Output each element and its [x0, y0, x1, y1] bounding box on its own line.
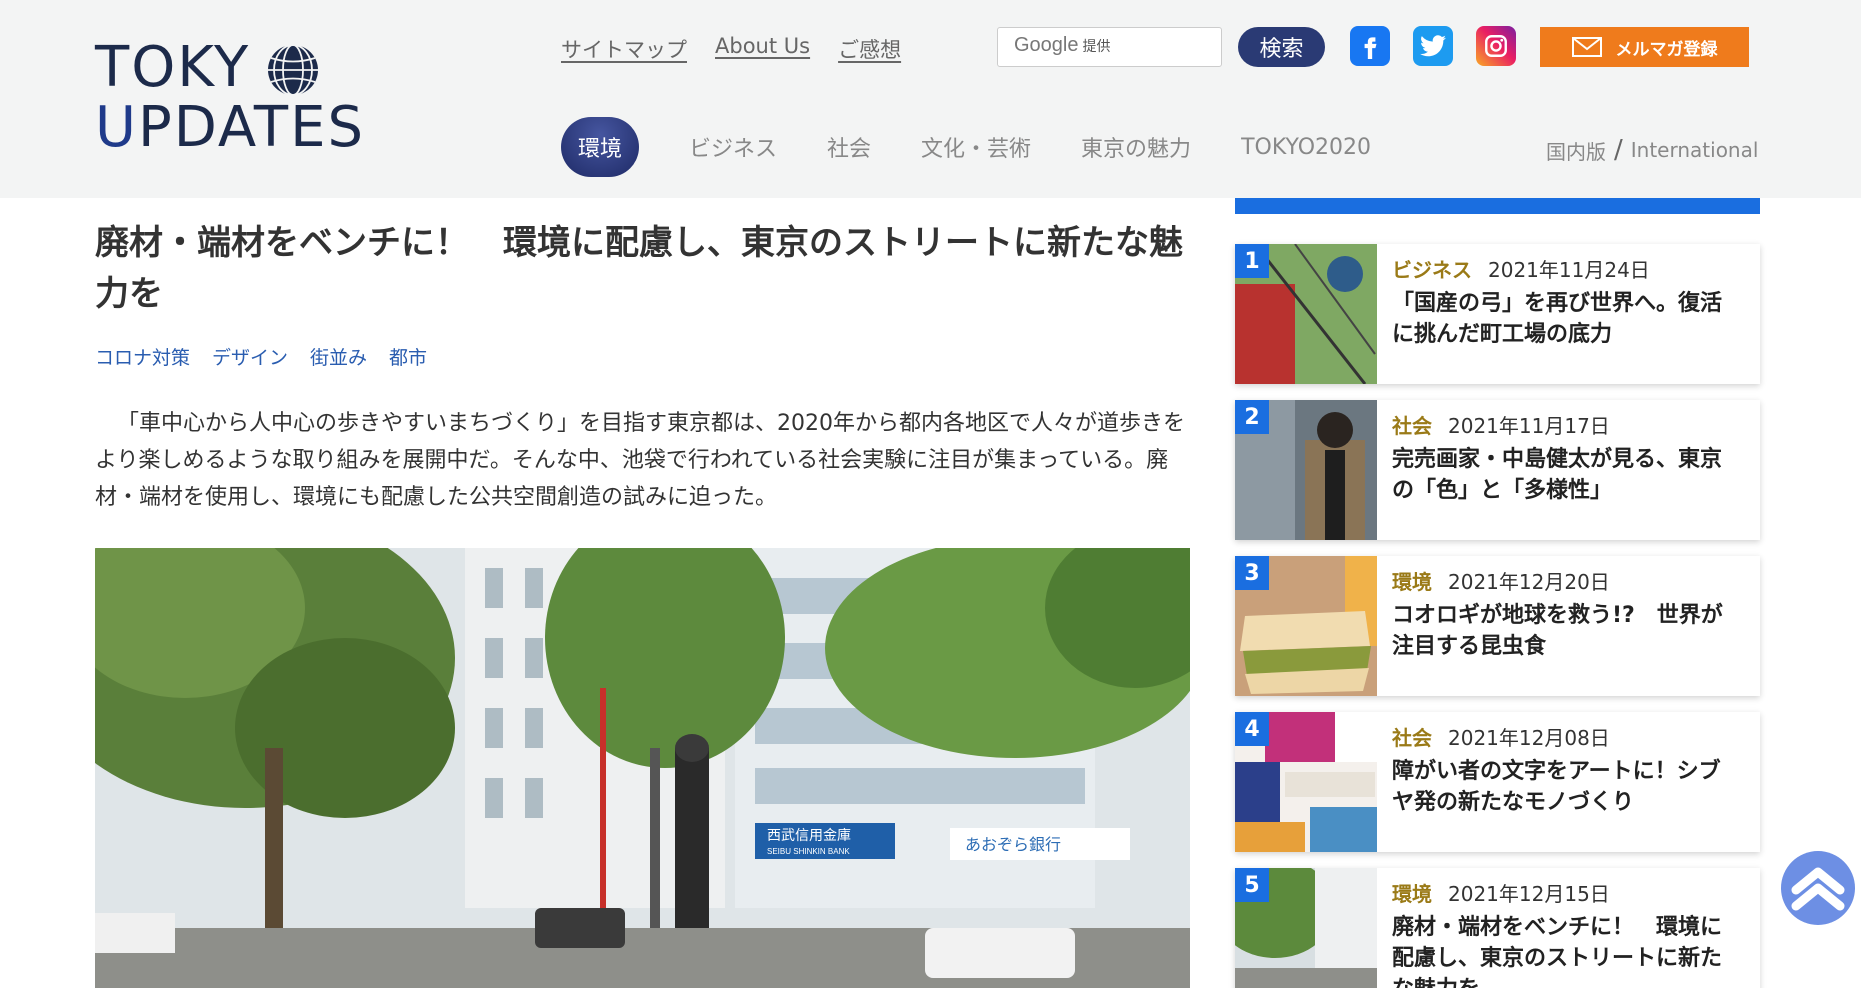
- lang-domestic[interactable]: 国内版: [1546, 136, 1606, 165]
- tag-design[interactable]: デザイン: [212, 343, 288, 370]
- about-us-link[interactable]: About Us: [715, 34, 810, 64]
- sign-seibu-en: SEIBU SHINKIN BANK: [767, 847, 850, 856]
- mail-icon: [1571, 37, 1602, 57]
- ranking-number: 4: [1235, 712, 1269, 746]
- google-search-brand: Google 提供: [1014, 34, 1111, 57]
- logo-line-1: TOKY: [95, 35, 251, 100]
- ranking-item-4[interactable]: 4 社会 2021年12月08日 障がい者の文字をアートに！シブヤ発の新たなモノ…: [1235, 712, 1760, 852]
- ranking-category: 環境: [1392, 882, 1432, 906]
- ranking-date: 2021年12月15日: [1448, 882, 1610, 906]
- tag-corona[interactable]: コロナ対策: [95, 343, 190, 370]
- nav-tokyo-charm[interactable]: 東京の魅力: [1081, 131, 1191, 163]
- google-brand-sub: 提供: [1082, 38, 1111, 54]
- ranking-item-1[interactable]: 1 ビジネス 2021年11月24日 「国産の弓」を再び世界へ。復活に挑んだ町工…: [1235, 244, 1760, 384]
- ranking-title: コオロギが地球を救う!? 世界が注目する昆虫食: [1392, 603, 1723, 659]
- ranking-item-5[interactable]: 5 環境 2021年12月15日 廃材・端材をベンチに！ 環境に配慮し、東京のス…: [1235, 868, 1760, 988]
- ranking-meta: 社会 2021年11月17日: [1392, 410, 1610, 439]
- google-brand: Google: [1014, 34, 1079, 56]
- top-links: サイトマップ About Us ご感想: [561, 34, 901, 64]
- nav-culture-arts[interactable]: 文化・芸術: [921, 131, 1031, 163]
- ranking-meta: 環境 2021年12月20日: [1392, 566, 1610, 595]
- scroll-to-top-button[interactable]: [1781, 851, 1855, 925]
- nav-environment[interactable]: 環境: [561, 117, 639, 177]
- ranking-thumbnail: 1: [1235, 244, 1377, 384]
- ranking-item-2[interactable]: 2 社会 2021年11月17日 完売画家・中島健太が見る、東京の「色」と「多様…: [1235, 400, 1760, 540]
- ranking-date: 2021年12月20日: [1448, 570, 1610, 594]
- ranking-date: 2021年12月08日: [1448, 726, 1610, 750]
- twitter-icon[interactable]: [1413, 26, 1453, 66]
- search-input[interactable]: Google 提供: [997, 27, 1222, 67]
- chevron-up-icon: [1791, 867, 1845, 911]
- ranking-title: 障がい者の文字をアートに！シブヤ発の新たなモノづくり: [1392, 759, 1721, 815]
- ranking-title: 廃材・端材をベンチに！ 環境に配慮し、東京のストリートに新たな魅力を: [1392, 915, 1723, 988]
- ranking-date: 2021年11月24日: [1488, 258, 1650, 282]
- ranking-category: ビジネス: [1392, 258, 1472, 282]
- ranking-category: 社会: [1392, 726, 1432, 750]
- hero-image: 西武信用金庫 SEIBU SHINKIN BANK あおぞら銀行: [95, 548, 1190, 988]
- tag-streetscape[interactable]: 街並み: [310, 343, 367, 370]
- ranking-thumbnail: 3: [1235, 556, 1377, 696]
- sitemap-link[interactable]: サイトマップ: [561, 34, 687, 64]
- nav-society[interactable]: 社会: [827, 131, 871, 163]
- ranking-thumbnail: 5: [1235, 868, 1377, 988]
- ranking-item-3[interactable]: 3 環境 2021年12月20日 コオロギが地球を救う!? 世界が注目する昆虫食: [1235, 556, 1760, 696]
- logo-line-2: UPDATES: [95, 100, 365, 156]
- logo-u-letter: U: [95, 95, 138, 160]
- ranking-meta: 環境 2021年12月15日: [1392, 878, 1610, 907]
- ranking-number: 1: [1235, 244, 1269, 278]
- ranking-thumbnail: 2: [1235, 400, 1377, 540]
- ranking-number: 5: [1235, 868, 1269, 902]
- search-button[interactable]: 検索: [1238, 27, 1325, 67]
- facebook-icon[interactable]: [1350, 26, 1390, 66]
- ranking-header-bar: [1235, 198, 1760, 214]
- sign-aozora: あおぞら銀行: [965, 836, 1061, 854]
- nav-tokyo2020[interactable]: TOKYO2020: [1241, 135, 1371, 160]
- ranking-category: 環境: [1392, 570, 1432, 594]
- lang-separator: /: [1614, 135, 1623, 165]
- ranking-number: 3: [1235, 556, 1269, 590]
- article-lead: 「車中心から人中心の歩きやすいまちづくり」を目指す東京都は、2020年から都内各…: [95, 411, 1185, 510]
- instagram-icon[interactable]: [1476, 26, 1516, 66]
- ranking-number: 2: [1235, 400, 1269, 434]
- newsletter-button[interactable]: メルマガ登録: [1540, 27, 1749, 67]
- ranking-date: 2021年11月17日: [1448, 414, 1610, 438]
- language-switcher: 国内版 / International: [1546, 135, 1758, 165]
- article-title: 廃材・端材をベンチに！ 環境に配慮し、東京のストリートに新たな魅力を: [95, 223, 1183, 314]
- newsletter-label: メルマガ登録: [1615, 39, 1718, 60]
- tag-city[interactable]: 都市: [389, 343, 427, 370]
- globe-icon: [268, 44, 318, 96]
- ranking-meta: 社会 2021年12月08日: [1392, 722, 1610, 751]
- article-tags: コロナ対策 デザイン 街並み 都市: [95, 343, 427, 370]
- main-nav: 環境 ビジネス 社会 文化・芸術 東京の魅力 TOKYO2020: [561, 117, 1421, 177]
- ranking-title: 「国産の弓」を再び世界へ。復活に挑んだ町工場の底力: [1392, 291, 1723, 347]
- ranking-title: 完売画家・中島健太が見る、東京の「色」と「多様性」: [1392, 447, 1723, 503]
- ranking-category: 社会: [1392, 414, 1432, 438]
- lang-international[interactable]: International: [1631, 138, 1759, 162]
- ranking-meta: ビジネス 2021年11月24日: [1392, 254, 1650, 283]
- site-header: TOKY UPDATES サイトマップ About Us ご感想 Google 提…: [0, 0, 1861, 198]
- feedback-link[interactable]: ご感想: [838, 34, 901, 64]
- ranking-thumbnail: 4: [1235, 712, 1377, 852]
- logo-line-2-rest: PDATES: [138, 95, 366, 160]
- sign-seibu: 西武信用金庫: [767, 827, 851, 843]
- nav-business[interactable]: ビジネス: [689, 131, 777, 163]
- site-logo[interactable]: TOKY UPDATES: [95, 40, 365, 160]
